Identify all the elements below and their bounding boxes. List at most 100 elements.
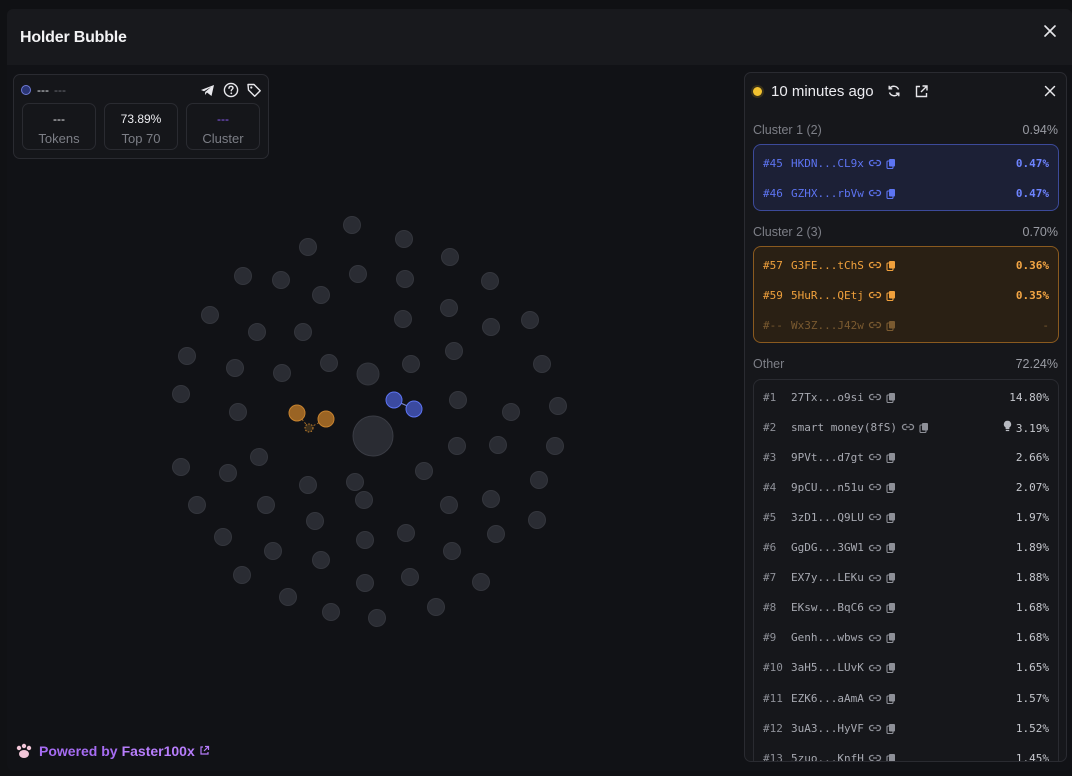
link-icon[interactable] (868, 693, 882, 703)
holder-bubble[interactable] (449, 391, 467, 409)
cluster2-bubble[interactable] (288, 404, 306, 422)
copy-icon[interactable] (886, 452, 896, 463)
link-icon[interactable] (868, 543, 882, 553)
holder-address[interactable]: Wx3Z...J42w (791, 319, 864, 332)
copy-icon[interactable] (886, 392, 896, 403)
link-icon[interactable] (868, 512, 882, 522)
holder-bubble[interactable] (346, 473, 364, 491)
holder-bubble[interactable] (320, 354, 338, 372)
holder-bubble[interactable] (395, 230, 413, 248)
holder-bubble[interactable] (257, 496, 275, 514)
link-icon[interactable] (868, 723, 882, 733)
holder-address[interactable]: 5zuo...KnfH (791, 752, 864, 761)
holder-address[interactable]: EX7y...LEKu (791, 571, 864, 584)
holder-bubble[interactable] (219, 464, 237, 482)
holder-bubble[interactable] (234, 267, 252, 285)
holder-address[interactable]: smart money(8fS) (791, 421, 897, 434)
holder-bubble[interactable] (530, 471, 548, 489)
holder-address[interactable]: 27Tx...o9si (791, 391, 864, 404)
holder-bubble[interactable] (279, 588, 297, 606)
holder-bubble[interactable] (299, 238, 317, 256)
copy-icon[interactable] (886, 512, 896, 523)
link-icon[interactable] (868, 753, 882, 761)
link-icon[interactable] (868, 392, 882, 402)
holder-bubble[interactable] (299, 476, 317, 494)
link-icon[interactable] (868, 603, 882, 613)
close-icon[interactable] (1040, 21, 1060, 41)
link-icon[interactable] (868, 188, 882, 198)
holder-bubble[interactable] (427, 598, 445, 616)
holder-bubble[interactable] (482, 318, 500, 336)
link-icon[interactable] (868, 573, 882, 583)
holder-bubble[interactable] (343, 216, 361, 234)
link-icon[interactable] (868, 320, 882, 330)
holder-bubble[interactable] (356, 362, 380, 386)
holder-bubble[interactable] (487, 525, 505, 543)
holder-bubble[interactable] (489, 436, 507, 454)
holder-bubble[interactable] (521, 311, 539, 329)
holder-bubble[interactable] (188, 496, 206, 514)
holder-bubble[interactable] (472, 573, 490, 591)
holder-bubble[interactable] (226, 359, 244, 377)
copy-icon[interactable] (886, 542, 896, 553)
holder-bubble[interactable] (229, 403, 247, 421)
holder-address[interactable]: HKDN...CL9x (791, 157, 864, 170)
holder-row[interactable]: #4 9pCU...n51u 2.07% (763, 479, 1049, 495)
holder-bubble[interactable] (294, 323, 312, 341)
holder-row[interactable]: #-- Wx3Z...J42w - (763, 317, 1049, 333)
holder-bubble[interactable] (502, 403, 520, 421)
holder-address[interactable]: G3FE...tChS (791, 259, 864, 272)
holder-row[interactable]: #2 smart money(8fS) 3.19% (763, 419, 1049, 435)
holder-bubble[interactable] (264, 542, 282, 560)
holder-bubble[interactable] (356, 574, 374, 592)
holder-address[interactable]: 3aH5...LUvK (791, 661, 864, 674)
holder-bubble[interactable] (233, 566, 251, 584)
holder-address[interactable]: 3zD1...Q9LU (791, 511, 864, 524)
holder-bubble[interactable] (549, 397, 567, 415)
copy-icon[interactable] (886, 693, 896, 704)
holder-bubble[interactable] (528, 511, 546, 529)
link-icon[interactable] (901, 422, 915, 432)
holder-bubble[interactable] (368, 609, 386, 627)
panel-close-icon[interactable] (1042, 83, 1058, 99)
holder-row[interactable]: #12 3uA3...HyVF 1.52% (763, 720, 1049, 736)
holder-address[interactable]: EZK6...aAmA (791, 692, 864, 705)
holder-row[interactable]: #6 GgDG...3GW1 1.89% (763, 540, 1049, 556)
holder-bubble[interactable] (396, 270, 414, 288)
holder-bubble[interactable] (178, 347, 196, 365)
link-icon[interactable] (868, 452, 882, 462)
holder-row[interactable]: #10 3aH5...LUvK 1.65% (763, 660, 1049, 676)
holder-row[interactable]: #7 EX7y...LEKu 1.88% (763, 570, 1049, 586)
holder-row[interactable]: #45 HKDN...CL9x 0.47% (763, 155, 1049, 171)
link-icon[interactable] (868, 158, 882, 168)
holder-row[interactable]: #59 5HuR...QEtj 0.35% (763, 287, 1049, 303)
holder-bubble[interactable] (441, 248, 459, 266)
holder-bubble[interactable] (401, 568, 419, 586)
holder-bubble[interactable] (546, 437, 564, 455)
copy-icon[interactable] (886, 572, 896, 584)
holder-address[interactable]: GZHX...rbVw (791, 187, 864, 200)
copy-icon[interactable] (886, 260, 896, 271)
copy-icon[interactable] (919, 422, 929, 433)
open-external-icon[interactable] (914, 83, 930, 99)
holder-bubble[interactable] (355, 491, 373, 509)
holder-row[interactable]: #8 EKsw...BqC6 1.68% (763, 600, 1049, 616)
cluster2-bubble[interactable] (317, 410, 335, 428)
copy-icon[interactable] (886, 158, 896, 169)
holder-bubble[interactable] (533, 355, 551, 373)
copy-icon[interactable] (886, 632, 896, 644)
holder-bubble[interactable] (322, 603, 340, 621)
holder-bubble[interactable] (312, 286, 330, 304)
holder-row[interactable]: #46 GZHX...rbVw 0.47% (763, 185, 1049, 201)
holder-bubble[interactable] (248, 323, 266, 341)
holder-bubble[interactable] (443, 542, 461, 560)
holder-bubble[interactable] (415, 462, 433, 480)
help-icon[interactable] (222, 82, 239, 99)
holder-bubble[interactable] (394, 310, 412, 328)
cluster2-bubble[interactable] (304, 423, 314, 433)
copy-icon[interactable] (886, 662, 896, 674)
holder-bubble[interactable] (482, 490, 500, 508)
cluster1-bubble[interactable] (385, 391, 403, 409)
holder-bubble[interactable] (349, 265, 367, 283)
holder-bubble[interactable] (312, 551, 330, 569)
